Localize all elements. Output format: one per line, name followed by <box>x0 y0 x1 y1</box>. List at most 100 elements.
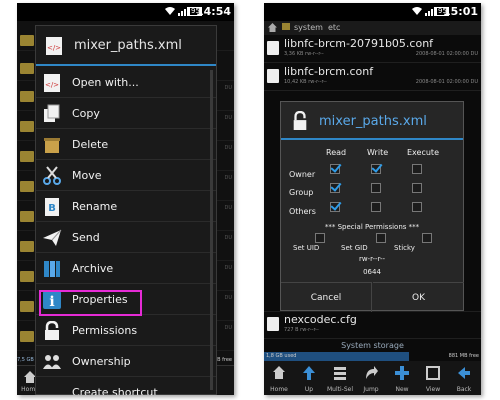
menu-item-permissions[interactable]: Permissions <box>36 316 216 346</box>
permission-string: rw-r--r-- <box>358 255 386 263</box>
group-write-checkbox[interactable] <box>371 183 381 193</box>
file-name: libnfc-brcm.conf <box>284 65 374 78</box>
menu-item-label: Open with... <box>72 76 139 89</box>
toolbar-new[interactable]: New <box>387 361 417 395</box>
toolbar-multi-sel[interactable]: Multi-Sel <box>325 361 355 395</box>
storage-usage-bar: 1,8 GB used 881 MB free <box>264 352 481 361</box>
users-icon <box>43 355 61 369</box>
dialog-header: mixer_paths.xml <box>281 102 463 140</box>
toolbar-up[interactable]: Up <box>294 361 324 395</box>
column-read: Read <box>326 148 347 157</box>
file-name: nexcodec.cfg <box>284 313 357 326</box>
lock-icon <box>45 321 59 340</box>
setuid-label: Set UID <box>293 244 320 252</box>
menu-item-label: Delete <box>72 138 109 151</box>
dialog-title: mixer_paths.xml <box>319 114 427 129</box>
menu-scrollbar[interactable] <box>210 70 213 390</box>
group-execute-checkbox[interactable] <box>412 183 422 193</box>
column-execute: Execute <box>407 148 439 157</box>
permissions-dialog: mixer_paths.xml Read Write Execute Owner… <box>280 101 464 312</box>
status-bar: 95 15:01 <box>264 3 481 21</box>
menu-item-label: Permissions <box>72 324 138 337</box>
phone-screen-right: 95 15:01 system etc libnfc-brcm-20791b05… <box>264 3 481 395</box>
svg-text:</>: </> <box>47 44 61 52</box>
sticky-label: Sticky <box>394 244 415 252</box>
archive-icon <box>44 261 60 277</box>
row-others: Others <box>289 207 316 216</box>
wifi-icon <box>412 7 422 15</box>
usage-used: 1,8 GB used <box>266 353 297 359</box>
sticky-checkbox[interactable] <box>422 233 432 243</box>
file-date: 2008-08-01 02:00:00 DU <box>415 51 478 57</box>
menu-item-label: Send <box>72 231 100 244</box>
owner-write-checkbox[interactable] <box>371 164 381 174</box>
usage-free: 881 MB free <box>448 353 479 359</box>
file-row[interactable]: libnfc-brcm-20791b05.conf 3,36 KB rw-r--… <box>264 36 481 63</box>
others-write-checkbox[interactable] <box>371 202 381 212</box>
owner-read-checkbox[interactable] <box>330 164 340 174</box>
clock: 14:54 <box>195 5 231 18</box>
menu-item-label: Create shortcut <box>72 386 158 395</box>
file-meta: 3,36 KB rw-r--r-- <box>284 51 324 57</box>
others-read-checkbox[interactable] <box>330 202 340 212</box>
setgid-checkbox[interactable] <box>376 233 386 243</box>
trash-icon <box>44 138 60 153</box>
menu-item-rename[interactable]: B Rename <box>36 192 216 222</box>
file-icon <box>267 69 279 83</box>
menu-header: </> mixer_paths.xml <box>36 26 216 66</box>
file-icon <box>267 317 279 331</box>
breadcrumb-etc[interactable]: etc <box>328 23 340 32</box>
toolbar-jump[interactable]: Jump <box>356 361 386 395</box>
menu-item-ownership[interactable]: Ownership <box>36 347 216 377</box>
menu-item-open-with[interactable]: </> Open with... <box>36 68 216 98</box>
toolbar-home[interactable]: Home <box>264 361 294 395</box>
menu-item-delete[interactable]: Delete <box>36 130 216 160</box>
view-icon <box>426 366 440 380</box>
menu-item-label: Archive <box>72 262 114 275</box>
file-meta: 10,42 KB rw-r--r-- <box>284 79 327 85</box>
toolbar-view[interactable]: View <box>418 361 448 395</box>
lock-icon <box>293 111 307 130</box>
group-read-checkbox[interactable] <box>330 183 340 193</box>
others-execute-checkbox[interactable] <box>412 202 422 212</box>
setgid-label: Set GID <box>341 244 368 252</box>
cancel-button[interactable]: Cancel <box>281 282 372 312</box>
menu-item-send[interactable]: Send <box>36 223 216 253</box>
breadcrumb: system etc <box>264 21 481 35</box>
rename-icon: B <box>45 198 59 216</box>
menu-item-create-shortcut[interactable]: Create shortcut <box>36 378 216 395</box>
xml-file-icon: </> <box>44 74 60 92</box>
toolbar-back[interactable]: Back <box>449 361 479 395</box>
row-group: Group <box>289 188 314 197</box>
menu-item-move[interactable]: Move <box>36 161 216 191</box>
setuid-checkbox[interactable] <box>315 233 325 243</box>
menu-item-label: Rename <box>72 200 118 213</box>
phone-screen-left: 95 14:54 DU DU DU DU DU DU DU DU DU 7,5 … <box>17 3 234 395</box>
send-icon <box>43 229 62 246</box>
xml-file-icon: </> <box>46 37 62 55</box>
usage-text: 7,5 GB <box>17 357 34 363</box>
copy-icon <box>44 104 60 122</box>
clock: 15:01 <box>442 5 478 18</box>
ok-button[interactable]: OK <box>373 282 464 312</box>
home-icon[interactable] <box>268 23 277 32</box>
file-row[interactable]: libnfc-brcm.conf 10,42 KB rw-r--r-- 2008… <box>264 64 481 91</box>
file-meta: 727 B rw-r--r-- <box>284 327 319 333</box>
arrow-up-icon <box>303 366 315 380</box>
menu-title: mixer_paths.xml <box>74 38 182 53</box>
file-row[interactable]: nexcodec.cfg 727 B rw-r--r-- <box>264 312 481 339</box>
column-write: Write <box>367 148 389 157</box>
menu-item-label: Move <box>72 169 102 182</box>
multi-select-icon <box>334 367 346 380</box>
menu-item-label: Ownership <box>72 355 131 368</box>
permissions-highlight <box>39 290 142 316</box>
owner-execute-checkbox[interactable] <box>412 164 422 174</box>
menu-item-copy[interactable]: Copy <box>36 99 216 129</box>
jump-icon <box>366 366 378 379</box>
svg-text:</>: </> <box>45 81 59 89</box>
file-date: 2008-08-01 02:00:00 DU <box>415 79 478 85</box>
file-icon <box>267 41 279 55</box>
menu-item-archive[interactable]: Archive <box>36 254 216 284</box>
svg-text:B: B <box>48 203 56 214</box>
breadcrumb-system[interactable]: system <box>294 23 323 32</box>
